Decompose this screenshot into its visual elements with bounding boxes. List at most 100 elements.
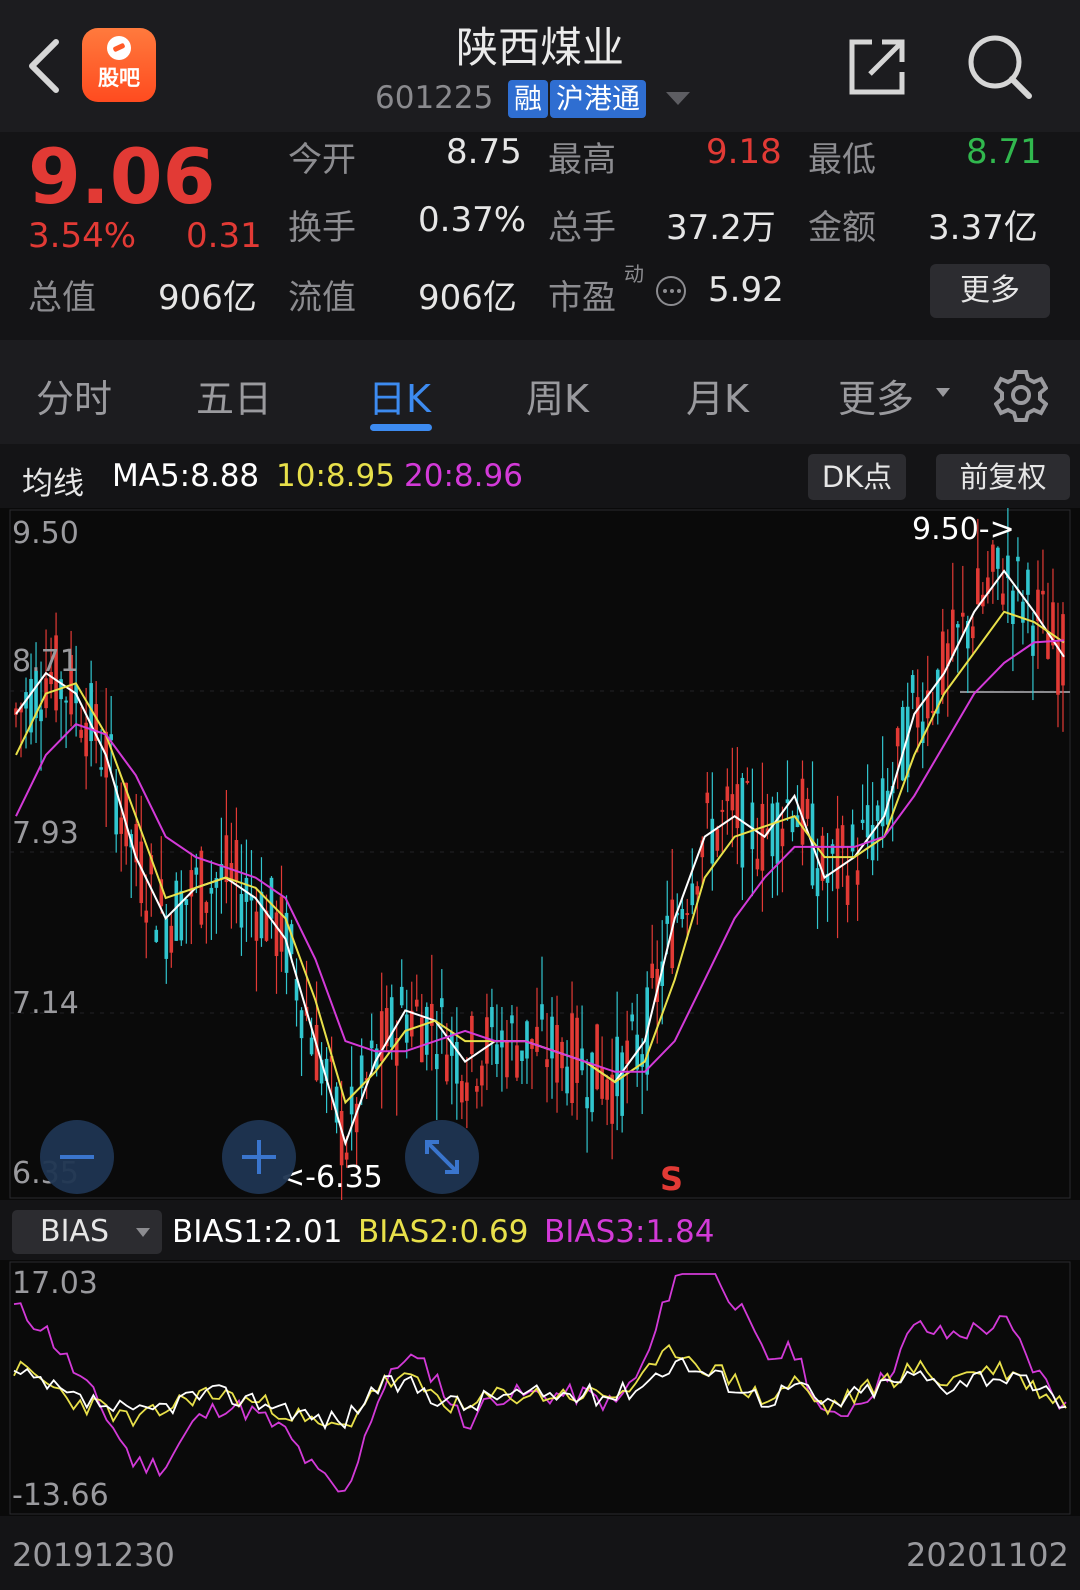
candle-body — [755, 858, 760, 870]
candle-body — [224, 835, 229, 883]
candle-body — [174, 880, 179, 941]
mktcap-value: 906亿 — [158, 278, 257, 318]
candle-body — [204, 902, 209, 913]
change-amount: 0.31 — [186, 216, 262, 256]
more-info-icon[interactable] — [656, 276, 686, 306]
y-tick: 9.50 — [12, 516, 79, 551]
stock-title: 陕西煤业 — [455, 23, 624, 72]
candle-body — [685, 913, 690, 916]
gear-icon[interactable] — [994, 368, 1048, 422]
expand-icon — [425, 1140, 459, 1174]
candle-body — [409, 1010, 414, 1037]
amount-value: 3.37亿 — [928, 208, 1038, 248]
dk-point-button[interactable]: DK点 — [808, 454, 906, 500]
candle-body — [565, 1066, 569, 1094]
change-percent: 3.54% — [28, 216, 137, 256]
tab-daily-k[interactable]: 日K — [368, 368, 431, 423]
float-label: 流值 — [288, 278, 356, 318]
tab-weekly-k[interactable]: 周K — [526, 368, 589, 423]
candle-body — [510, 1015, 514, 1024]
ma20-value: 20:8.96 — [404, 458, 523, 494]
amount-label: 金额 — [808, 208, 876, 248]
current-price: 9.06 — [28, 132, 216, 221]
high-marker: 9.50-> — [912, 512, 1015, 547]
ma5-line — [15, 569, 1065, 1147]
zoom-out-button[interactable] — [40, 1120, 114, 1194]
candle-body — [760, 803, 765, 871]
candle-body — [950, 609, 955, 656]
candle-body — [715, 829, 720, 851]
candle-body — [389, 997, 394, 1048]
candle-body — [650, 963, 655, 979]
candle-body — [119, 817, 123, 834]
candle-body — [725, 786, 730, 802]
caret-down-icon[interactable] — [666, 92, 690, 105]
guba-logo[interactable]: 股吧 — [82, 28, 156, 102]
bias-svg — [9, 1261, 1071, 1515]
tab-more[interactable]: 更多 — [838, 368, 914, 423]
turnover-label: 换手 — [288, 208, 356, 248]
candle-body — [199, 850, 204, 925]
ma20-line — [15, 639, 1065, 1073]
forward-adjust-button[interactable]: 前复权 — [936, 454, 1070, 500]
candle-body — [144, 910, 149, 923]
candle-body — [349, 1086, 354, 1115]
candle-body — [234, 840, 239, 881]
candle-body — [971, 626, 975, 639]
candle-body — [690, 883, 695, 906]
ma5-value: MA5:8.88 — [112, 458, 260, 494]
fullscreen-button[interactable] — [405, 1120, 479, 1194]
plus-icon — [242, 1140, 276, 1174]
ma-label: 均线 — [22, 466, 84, 502]
candle-body — [475, 1086, 479, 1092]
candle-body — [404, 1014, 409, 1043]
candle-body — [815, 868, 820, 897]
candle-body — [1046, 633, 1050, 659]
candle-body — [1041, 590, 1045, 595]
bias-legend-bar — [0, 1200, 1080, 1260]
y-tick: 7.93 — [12, 816, 79, 851]
candle-body — [64, 700, 68, 703]
candle-body — [585, 1097, 589, 1109]
more-quote-button[interactable]: 更多 — [930, 264, 1050, 318]
candle-body — [39, 709, 43, 722]
stock-code: 601225 — [375, 80, 494, 116]
candle-body — [710, 818, 715, 864]
candle-body — [1031, 625, 1035, 656]
candle-body — [239, 894, 244, 928]
tab-five-day[interactable]: 五日 — [196, 368, 272, 423]
zoom-in-button[interactable] — [222, 1120, 296, 1194]
candle-body — [575, 1017, 579, 1083]
kline-chart[interactable] — [0, 506, 1080, 1215]
tab-intraday[interactable]: 分时 — [36, 368, 112, 423]
bias-chart[interactable] — [0, 1260, 1080, 1516]
candle-body — [465, 1082, 469, 1101]
candle-body — [520, 1050, 524, 1061]
candle-body — [505, 1041, 509, 1078]
candle-body — [1016, 556, 1020, 562]
search-icon[interactable] — [965, 32, 1033, 100]
candle-body — [625, 1040, 629, 1064]
candle-body — [595, 1024, 599, 1090]
candle-body — [615, 1036, 619, 1097]
back-arrow-icon[interactable] — [22, 36, 68, 96]
candle-body — [630, 1014, 634, 1022]
bias-y-tick: 17.03 — [12, 1266, 98, 1301]
candle-body — [976, 568, 980, 605]
candle-body — [805, 798, 810, 819]
y-tick: 7.14 — [12, 986, 79, 1021]
candle-body — [605, 1079, 609, 1100]
share-icon[interactable] — [846, 36, 908, 98]
candle-body — [996, 547, 1000, 569]
minus-icon — [60, 1155, 94, 1159]
volume-value: 37.2万 — [666, 208, 776, 248]
low-label: 最低 — [808, 140, 876, 180]
candle-body — [525, 1021, 529, 1059]
candle-body — [940, 631, 945, 695]
candle-body — [299, 1010, 304, 1039]
indicator-selector[interactable]: BIAS — [12, 1210, 162, 1254]
candle-body — [895, 728, 900, 747]
candle-body — [555, 1024, 559, 1083]
sell-signal: S — [660, 1160, 684, 1198]
tab-monthly-k[interactable]: 月K — [686, 368, 749, 423]
